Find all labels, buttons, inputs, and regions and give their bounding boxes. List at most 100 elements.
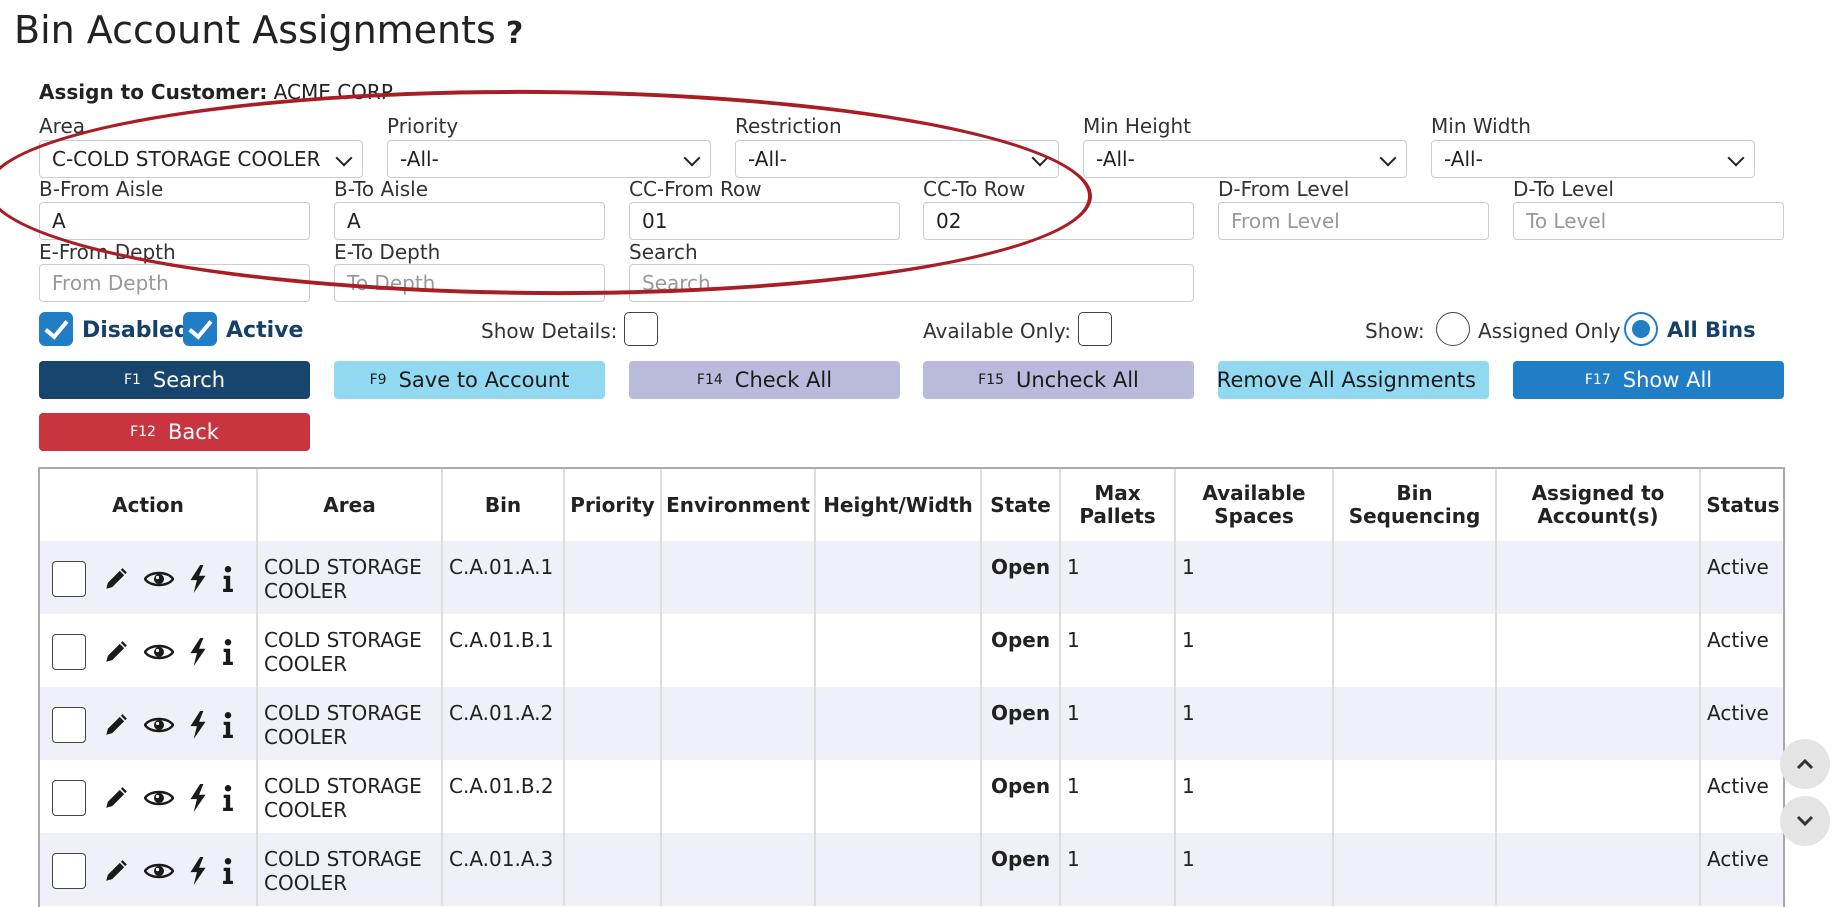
active-label: Active xyxy=(226,318,304,343)
to-depth-input[interactable]: To Depth xyxy=(334,264,605,302)
pencil-icon[interactable] xyxy=(102,564,130,594)
col-header[interactable]: Environment xyxy=(660,469,815,541)
cell-area: COLD STORAGE COOLER xyxy=(256,687,442,760)
cell-area: COLD STORAGE COOLER xyxy=(256,614,442,687)
from-row-input[interactable]: 01 xyxy=(629,202,900,240)
pencil-icon[interactable] xyxy=(102,856,130,886)
col-header[interactable]: Assigned to Account(s) xyxy=(1495,469,1700,541)
info-icon[interactable] xyxy=(221,564,236,594)
col-header[interactable]: Height/Width xyxy=(814,469,981,541)
cell-sequencing xyxy=(1332,760,1496,833)
available-only-checkbox[interactable] xyxy=(1078,312,1112,346)
row-checkbox[interactable] xyxy=(52,853,86,889)
eye-icon[interactable] xyxy=(144,637,175,667)
active-checkbox[interactable] xyxy=(183,312,217,346)
from-aisle-label: B-From Aisle xyxy=(39,177,164,201)
min-height-select[interactable]: -All- xyxy=(1083,140,1407,178)
bolt-icon[interactable] xyxy=(188,783,207,813)
eye-icon[interactable] xyxy=(144,783,175,813)
search-button[interactable]: F1 Search xyxy=(39,361,310,399)
col-header[interactable]: State xyxy=(980,469,1060,541)
chevron-down-icon xyxy=(1796,815,1814,827)
min-width-select[interactable]: -All- xyxy=(1431,140,1755,178)
cell-max-pallets: 1 xyxy=(1059,614,1175,687)
cell-assigned xyxy=(1495,687,1700,760)
from-aisle-input[interactable]: A xyxy=(39,202,310,240)
cell-state: Open xyxy=(980,760,1060,833)
chevron-down-icon xyxy=(1379,149,1397,167)
back-button[interactable]: F12 Back xyxy=(39,413,310,451)
col-header[interactable]: Bin Sequencing xyxy=(1332,469,1496,541)
bolt-icon[interactable] xyxy=(188,856,207,886)
check-all-button[interactable]: F14 Check All xyxy=(629,361,900,399)
bolt-icon[interactable] xyxy=(188,564,207,594)
col-header[interactable]: Status xyxy=(1699,469,1783,541)
to-row-label: CC-To Row xyxy=(923,177,1026,201)
cell-sequencing xyxy=(1332,541,1496,614)
priority-select[interactable]: -All- xyxy=(387,140,711,178)
cell-available: 1 xyxy=(1174,687,1333,760)
action-cell xyxy=(40,614,257,687)
info-icon[interactable] xyxy=(221,637,236,667)
col-header[interactable]: Priority xyxy=(563,469,661,541)
restriction-select[interactable]: -All- xyxy=(735,140,1059,178)
chevron-down-icon xyxy=(1727,149,1745,167)
col-header[interactable]: Area xyxy=(256,469,442,541)
scroll-up-button[interactable] xyxy=(1780,739,1830,789)
col-header[interactable]: Bin xyxy=(441,469,564,541)
row-checkbox[interactable] xyxy=(52,634,86,670)
col-header[interactable]: Action xyxy=(40,469,257,541)
cell-sequencing xyxy=(1332,833,1496,906)
row-checkbox[interactable] xyxy=(52,780,86,816)
cell-bin: C.A.01.A.1 xyxy=(441,541,564,614)
cell-available: 1 xyxy=(1174,614,1333,687)
to-depth-label: E-To Depth xyxy=(334,240,441,264)
to-row-input[interactable]: 02 xyxy=(923,202,1194,240)
disabled-checkbox[interactable] xyxy=(39,312,73,346)
cell-environment xyxy=(660,541,815,614)
to-aisle-input[interactable]: A xyxy=(334,202,605,240)
info-icon[interactable] xyxy=(221,856,236,886)
cell-priority xyxy=(563,541,661,614)
chevron-up-icon xyxy=(1796,758,1814,770)
pencil-icon[interactable] xyxy=(102,637,130,667)
help-icon[interactable]: ? xyxy=(506,16,523,51)
cell-available: 1 xyxy=(1174,760,1333,833)
bolt-icon[interactable] xyxy=(188,637,207,667)
area-select[interactable]: C-COLD STORAGE COOLER xyxy=(39,140,363,178)
eye-icon[interactable] xyxy=(144,564,175,594)
col-header[interactable]: Max Pallets xyxy=(1059,469,1175,541)
cell-assigned xyxy=(1495,614,1700,687)
cell-bin: C.A.01.B.1 xyxy=(441,614,564,687)
cell-height-width xyxy=(814,760,981,833)
search-input[interactable]: Search xyxy=(629,264,1194,302)
all-bins-radio[interactable] xyxy=(1624,312,1658,346)
eye-icon[interactable] xyxy=(144,856,175,886)
to-aisle-label: B-To Aisle xyxy=(334,177,429,201)
assigned-only-radio[interactable] xyxy=(1436,312,1470,346)
bolt-icon[interactable] xyxy=(188,710,207,740)
uncheck-all-button[interactable]: F15 Uncheck All xyxy=(923,361,1194,399)
from-depth-input[interactable]: From Depth xyxy=(39,264,310,302)
disabled-label: Disabled xyxy=(82,318,190,343)
cell-height-width xyxy=(814,687,981,760)
row-checkbox[interactable] xyxy=(52,561,86,597)
show-all-button[interactable]: F17 Show All xyxy=(1513,361,1784,399)
save-to-account-button[interactable]: F9 Save to Account xyxy=(334,361,605,399)
cell-max-pallets: 1 xyxy=(1059,687,1175,760)
from-level-input[interactable]: From Level xyxy=(1218,202,1489,240)
cell-height-width xyxy=(814,614,981,687)
chevron-down-icon xyxy=(683,149,701,167)
col-header[interactable]: Available Spaces xyxy=(1174,469,1333,541)
cell-state: Open xyxy=(980,614,1060,687)
pencil-icon[interactable] xyxy=(102,783,130,813)
scroll-down-button[interactable] xyxy=(1780,796,1830,846)
info-icon[interactable] xyxy=(221,783,236,813)
to-level-input[interactable]: To Level xyxy=(1513,202,1784,240)
row-checkbox[interactable] xyxy=(52,707,86,743)
pencil-icon[interactable] xyxy=(102,710,130,740)
info-icon[interactable] xyxy=(221,710,236,740)
show-details-checkbox[interactable] xyxy=(624,312,658,346)
remove-all-assignments-button[interactable]: F16Remove All Assignments xyxy=(1218,361,1489,399)
eye-icon[interactable] xyxy=(144,710,175,740)
